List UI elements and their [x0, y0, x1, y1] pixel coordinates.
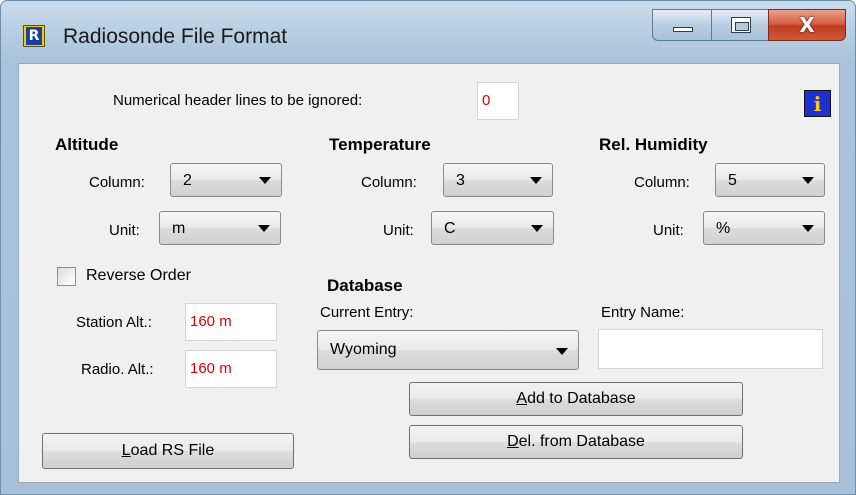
info-icon[interactable]: i	[804, 90, 831, 117]
humidity-unit-value: %	[716, 220, 731, 237]
humidity-unit-select[interactable]: %	[703, 211, 825, 245]
temperature-unit-value: C	[444, 220, 456, 237]
del-button-mnemonic: D	[507, 433, 519, 450]
maximize-icon	[731, 17, 751, 33]
add-button-label: dd to Database	[527, 390, 636, 407]
current-entry-label: Current Entry:	[320, 304, 414, 321]
reverse-order-checkbox[interactable]	[57, 267, 76, 286]
load-button-mnemonic: L	[121, 442, 131, 459]
humidity-column-value: 5	[728, 172, 737, 189]
app-icon: R	[23, 25, 45, 47]
delete-from-database-button[interactable]: Del. from Database	[409, 425, 743, 459]
header-lines-label: Numerical header lines to be ignored:	[113, 92, 363, 109]
humidity-title: Rel. Humidity	[599, 135, 708, 154]
station-alt-label: Station Alt.:	[76, 314, 152, 331]
minimize-button[interactable]	[652, 9, 712, 41]
altitude-column-value: 2	[183, 172, 192, 189]
humidity-column-select[interactable]: 5	[715, 163, 825, 197]
temperature-column-label: Column:	[361, 174, 417, 191]
dialog-window: R Radiosonde File Format X Numerical hea…	[0, 0, 856, 495]
temperature-unit-label: Unit:	[383, 222, 414, 239]
altitude-unit-value: m	[172, 220, 186, 237]
station-alt-input[interactable]: 160 m	[185, 303, 277, 341]
chevron-down-icon	[258, 225, 270, 232]
temperature-title: Temperature	[329, 135, 431, 154]
entry-name-label: Entry Name:	[601, 304, 685, 321]
title-bar[interactable]: R Radiosonde File Format X	[1, 1, 855, 63]
database-title: Database	[327, 276, 403, 295]
maximize-button[interactable]	[711, 9, 769, 41]
temperature-unit-select[interactable]: C	[431, 211, 554, 245]
radio-alt-label: Radio. Alt.:	[81, 361, 154, 378]
del-button-label: el. from Database	[518, 433, 645, 450]
chevron-down-icon	[259, 177, 271, 184]
chevron-down-icon	[530, 177, 542, 184]
current-entry-value: Wyoming	[330, 341, 397, 358]
window-title: Radiosonde File Format	[63, 25, 288, 48]
chevron-down-icon	[531, 225, 543, 232]
close-button[interactable]: X	[768, 9, 846, 41]
dialog-content: Numerical header lines to be ignored: 0 …	[18, 63, 840, 483]
chevron-down-icon	[802, 177, 814, 184]
load-button-label: oad RS File	[130, 442, 215, 459]
add-button-mnemonic: A	[516, 390, 528, 407]
current-entry-select[interactable]: Wyoming	[317, 330, 579, 370]
minimize-icon	[673, 27, 693, 32]
altitude-unit-select[interactable]: m	[159, 211, 281, 245]
app-icon-letter: R	[26, 27, 42, 45]
altitude-column-select[interactable]: 2	[170, 163, 282, 197]
chevron-down-icon	[802, 225, 814, 232]
radio-alt-input[interactable]: 160 m	[185, 350, 277, 388]
temperature-column-select[interactable]: 3	[443, 163, 553, 197]
close-icon: X	[799, 13, 815, 37]
altitude-title: Altitude	[55, 135, 119, 154]
chevron-down-icon	[556, 348, 568, 355]
altitude-column-label: Column:	[89, 174, 145, 191]
window-controls: X	[652, 9, 846, 42]
reverse-order-label: Reverse Order	[86, 267, 191, 284]
entry-name-input[interactable]	[598, 329, 823, 369]
temperature-column-value: 3	[456, 172, 465, 189]
header-lines-input[interactable]: 0	[477, 82, 519, 120]
altitude-unit-label: Unit:	[109, 222, 140, 239]
humidity-unit-label: Unit:	[653, 222, 684, 239]
humidity-column-label: Column:	[634, 174, 690, 191]
load-rs-file-button[interactable]: Load RS File	[42, 433, 294, 469]
add-to-database-button[interactable]: Add to Database	[409, 382, 743, 416]
